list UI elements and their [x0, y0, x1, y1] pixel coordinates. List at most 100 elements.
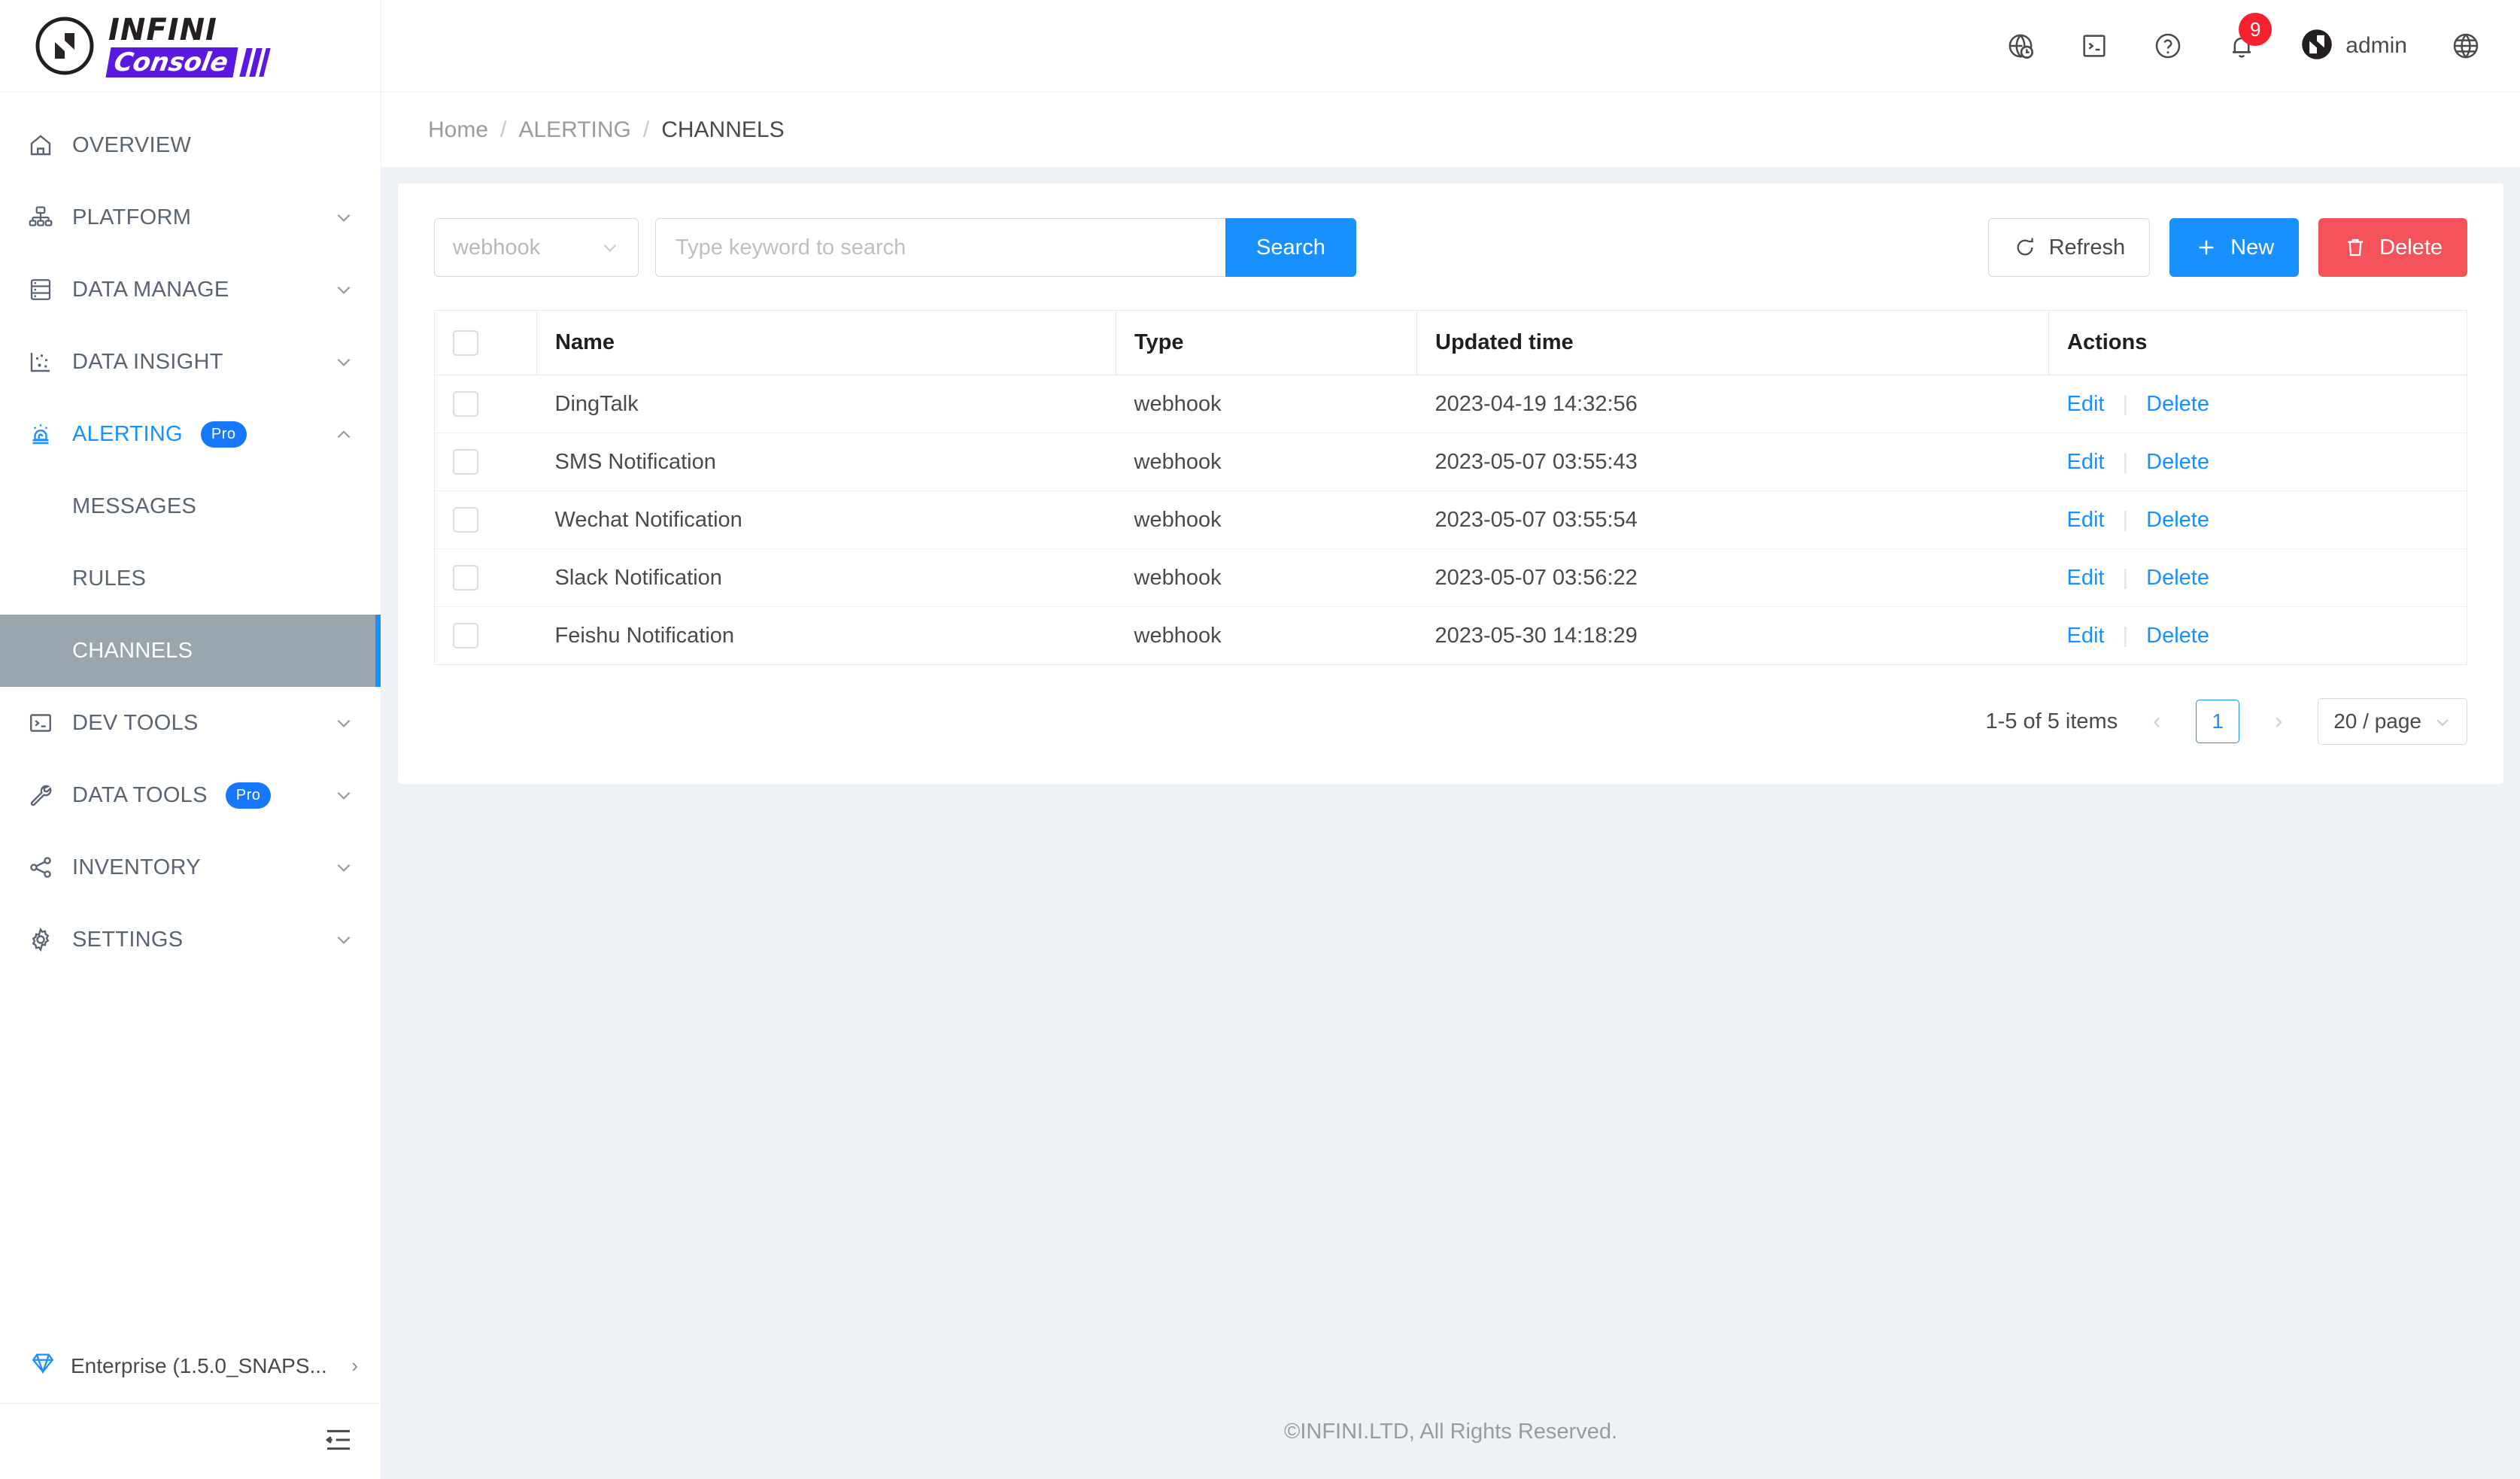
sidebar-item-label: PLATFORM: [72, 205, 192, 229]
infini-avatar-icon: [2300, 28, 2333, 65]
breadcrumb-item-alerting[interactable]: ALERTING: [518, 117, 631, 143]
row-checkbox[interactable]: [453, 623, 478, 648]
console-terminal-icon[interactable]: [2079, 31, 2109, 61]
row-checkbox[interactable]: [453, 507, 478, 533]
logo-text: INFINI Console: [105, 12, 271, 77]
sidebar-subitem-label: CHANNELS: [72, 638, 193, 663]
cell-updated-time: 2023-05-07 03:56:22: [1416, 548, 2049, 607]
table-header: Name Type Updated time Actions: [434, 310, 2467, 375]
delete-link[interactable]: Delete: [2146, 508, 2209, 532]
action-separator: |: [2122, 391, 2129, 416]
type-filter-value: webhook: [453, 235, 541, 260]
delete-label: Delete: [2379, 235, 2443, 260]
database-icon: [27, 276, 54, 303]
cell-updated-time: 2023-05-30 14:18:29: [1435, 623, 1638, 648]
sidebar-item-data-tools[interactable]: DATA TOOLS Pro: [0, 759, 381, 831]
page-size-select[interactable]: 20 / page: [2318, 698, 2467, 745]
sidebar-item-settings[interactable]: SETTINGS: [0, 903, 381, 976]
sidebar-item-inventory[interactable]: INVENTORY: [0, 831, 381, 903]
globe-clock-icon[interactable]: [2005, 31, 2036, 61]
pagination-next-button[interactable]: ›: [2257, 700, 2300, 743]
pro-badge: Pro: [225, 782, 272, 809]
chevron-right-icon: ›: [351, 1354, 358, 1377]
chevron-down-icon: [600, 238, 620, 257]
alarm-light-icon: [27, 421, 54, 448]
select-all-checkbox[interactable]: [453, 330, 478, 356]
help-circle-icon[interactable]: [2153, 31, 2183, 61]
delete-link[interactable]: Delete: [2146, 450, 2209, 474]
row-checkbox[interactable]: [453, 391, 478, 417]
notifications-button[interactable]: 9: [2227, 13, 2273, 61]
edit-link[interactable]: Edit: [2067, 624, 2105, 648]
sidebar-item-dev-tools[interactable]: DEV TOOLS: [0, 687, 381, 759]
chart-scatter-icon: [27, 348, 54, 375]
select-all-header: [434, 310, 537, 375]
row-checkbox[interactable]: [453, 449, 478, 475]
app-logo[interactable]: INFINI Console: [0, 0, 381, 93]
channels-card: webhook Search: [398, 184, 2503, 784]
edit-link[interactable]: Edit: [2067, 392, 2105, 416]
diamond-icon: [30, 1350, 56, 1381]
action-separator: |: [2122, 623, 2129, 648]
delete-link[interactable]: Delete: [2146, 392, 2209, 416]
username-label: admin: [2345, 33, 2407, 58]
logo-secondary: Console: [105, 47, 238, 77]
new-button[interactable]: New: [2169, 218, 2300, 277]
search-button[interactable]: Search: [1225, 218, 1356, 277]
globe-language-icon[interactable]: [2451, 31, 2481, 61]
sidebar-item-label: OVERVIEW: [72, 132, 192, 157]
delete-link[interactable]: Delete: [2146, 566, 2209, 590]
sidebar-item-data-insight[interactable]: DATA INSIGHT: [0, 326, 381, 398]
type-filter-select[interactable]: webhook: [434, 218, 639, 277]
sidebar-item-data-manage[interactable]: DATA MANAGE: [0, 254, 381, 326]
delete-link[interactable]: Delete: [2146, 624, 2209, 648]
table-row: Feishu Notification webhook 2023-05-30 1…: [435, 607, 2467, 665]
sidebar-item-label: INVENTORY: [72, 855, 201, 879]
pagination-summary: 1-5 of 5 items: [1985, 709, 2118, 733]
pagination-prev-button[interactable]: ‹: [2136, 700, 2178, 743]
sidebar-item-label: SETTINGS: [72, 927, 184, 952]
search-input[interactable]: [655, 218, 1225, 277]
sidebar-item-rules[interactable]: RULES: [0, 542, 381, 615]
logo-primary: INFINI: [108, 12, 217, 47]
channels-table: Name Type Updated time Actions DingTalk …: [434, 310, 2467, 665]
row-checkbox[interactable]: [453, 565, 478, 591]
cell-actions: Edit | Delete: [2048, 433, 2467, 491]
user-menu[interactable]: admin: [2300, 28, 2407, 65]
plus-icon: [2194, 235, 2218, 260]
sidebar-item-messages[interactable]: MESSAGES: [0, 470, 381, 542]
pro-badge: Pro: [200, 421, 247, 448]
toolbar-actions: Refresh New Delete: [1987, 218, 2467, 277]
edit-link[interactable]: Edit: [2067, 450, 2105, 474]
chevron-down-icon: [2433, 712, 2452, 730]
table-row: Wechat Notification webhook 2023-05-07 0…: [434, 490, 2467, 549]
row-select-cell: [434, 548, 537, 607]
top-header: 9 admin: [381, 0, 2520, 93]
sidebar-subitem-label: RULES: [72, 566, 147, 591]
cell-updated-time: 2023-05-07 03:55:54: [1416, 490, 2049, 549]
collapse-sidebar-button[interactable]: [0, 1404, 381, 1479]
sidebar-item-alerting[interactable]: ALERTING Pro: [0, 398, 381, 470]
search-group: Search: [655, 218, 1356, 277]
share-nodes-icon: [27, 854, 54, 881]
page-footer: ©INFINI.LTD, All Rights Reserved.: [381, 1384, 2520, 1479]
sidebar-item-label: DEV TOOLS: [72, 710, 199, 735]
sidebar: INFINI Console OVERVIEW PLATFORM DATA MA…: [0, 0, 381, 1479]
edit-link[interactable]: Edit: [2067, 508, 2105, 532]
chevron-down-icon: [334, 930, 354, 949]
column-header-type: Type: [1116, 310, 1417, 375]
table-row: DingTalk webhook 2023-04-19 14:32:56 Edi…: [434, 375, 2467, 433]
license-info-button[interactable]: Enterprise (1.5.0_SNAPS... ›: [0, 1329, 381, 1404]
action-separator: |: [2122, 507, 2129, 532]
sidebar-item-channels[interactable]: CHANNELS: [0, 615, 381, 687]
edit-link[interactable]: Edit: [2067, 566, 2105, 590]
breadcrumb-item-home[interactable]: Home: [428, 117, 488, 143]
chevron-down-icon: [334, 208, 354, 227]
sidebar-item-platform[interactable]: PLATFORM: [0, 181, 381, 254]
gear-icon: [27, 926, 54, 953]
delete-button[interactable]: Delete: [2318, 218, 2467, 277]
refresh-button[interactable]: Refresh: [1987, 218, 2151, 277]
table-body: DingTalk webhook 2023-04-19 14:32:56 Edi…: [434, 375, 2467, 665]
pagination-page-1[interactable]: 1: [2196, 700, 2240, 743]
sidebar-item-overview[interactable]: OVERVIEW: [0, 109, 381, 181]
